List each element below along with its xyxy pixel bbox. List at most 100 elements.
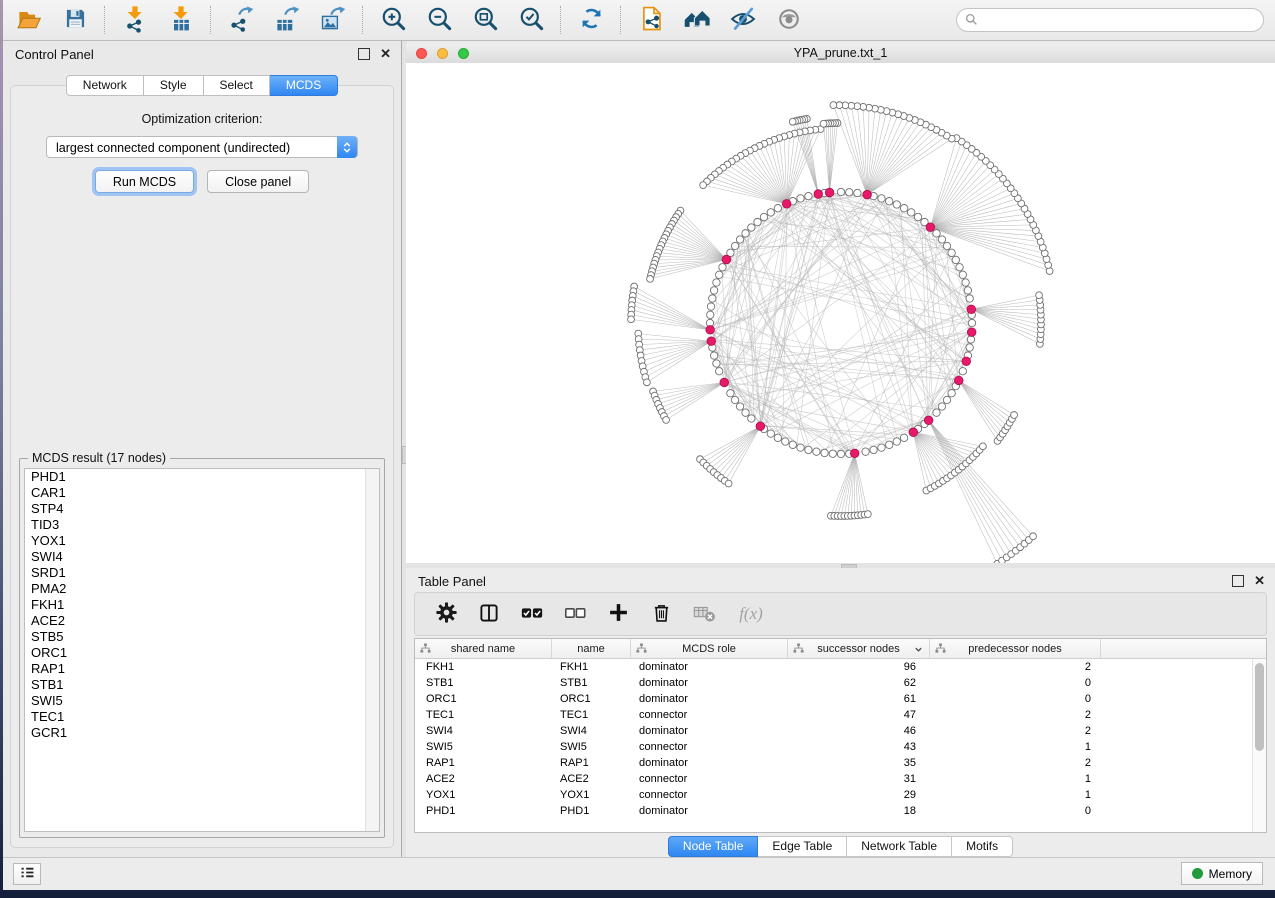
cell-shared-name[interactable]: PHD1 bbox=[415, 803, 552, 819]
cell-name[interactable]: STB1 bbox=[552, 675, 631, 691]
cell-name[interactable]: FKH1 bbox=[552, 659, 631, 675]
cell-name[interactable]: SWI5 bbox=[552, 739, 631, 755]
tab-node-table[interactable]: Node Table bbox=[668, 836, 759, 857]
cell-predecessor-nodes[interactable]: 0 bbox=[930, 691, 1101, 707]
mcds-result-item[interactable]: FKH1 bbox=[25, 597, 379, 613]
mcds-result-item[interactable]: STP4 bbox=[25, 501, 379, 517]
cell-predecessor-nodes[interactable]: 2 bbox=[930, 659, 1101, 675]
cell-shared-name[interactable]: ACE2 bbox=[415, 771, 552, 787]
cell-MCDS-role[interactable]: dominator bbox=[631, 659, 788, 675]
close-table-panel-icon[interactable]: ✕ bbox=[1254, 576, 1265, 586]
cell-predecessor-nodes[interactable]: 2 bbox=[930, 707, 1101, 723]
column-header-successor-nodes[interactable]: successor nodes bbox=[788, 639, 930, 658]
tab-edge-table[interactable]: Edge Table bbox=[758, 836, 847, 857]
cell-successor-nodes[interactable]: 47 bbox=[788, 707, 930, 723]
cell-MCDS-role[interactable]: connector bbox=[631, 787, 788, 803]
window-minimize-icon[interactable] bbox=[437, 48, 448, 59]
mcds-result-item[interactable]: RAP1 bbox=[25, 661, 379, 677]
window-close-icon[interactable] bbox=[416, 48, 427, 59]
zoom-in-button[interactable] bbox=[375, 4, 411, 36]
cell-MCDS-role[interactable]: dominator bbox=[631, 755, 788, 771]
table-row[interactable]: ACE2ACE2connector311 bbox=[415, 771, 1266, 787]
cell-name[interactable]: PHD1 bbox=[552, 803, 631, 819]
cell-predecessor-nodes[interactable]: 1 bbox=[930, 787, 1101, 803]
mcds-result-item[interactable]: STB5 bbox=[25, 629, 379, 645]
run-mcds-button[interactable]: Run MCDS bbox=[95, 170, 194, 193]
zoom-out-button[interactable] bbox=[421, 4, 457, 36]
cell-successor-nodes[interactable]: 62 bbox=[788, 675, 930, 691]
column-header-predecessor-nodes[interactable]: predecessor nodes bbox=[930, 639, 1101, 658]
cell-successor-nodes[interactable]: 31 bbox=[788, 771, 930, 787]
mcds-result-item[interactable]: PHD1 bbox=[25, 469, 379, 485]
export-network-button[interactable] bbox=[223, 4, 259, 36]
task-history-button[interactable] bbox=[13, 863, 41, 885]
cell-successor-nodes[interactable]: 18 bbox=[788, 803, 930, 819]
import-network-button[interactable] bbox=[117, 4, 153, 36]
save-session-button[interactable] bbox=[57, 4, 93, 36]
table-row[interactable]: YOX1YOX1connector291 bbox=[415, 787, 1266, 803]
mcds-result-item[interactable]: SRD1 bbox=[25, 565, 379, 581]
columns-button[interactable] bbox=[476, 601, 502, 627]
cell-successor-nodes[interactable]: 35 bbox=[788, 755, 930, 771]
mcds-result-item[interactable]: SWI4 bbox=[25, 549, 379, 565]
cell-shared-name[interactable]: STB1 bbox=[415, 675, 552, 691]
cell-predecessor-nodes[interactable]: 2 bbox=[930, 723, 1101, 739]
cell-MCDS-role[interactable]: dominator bbox=[631, 675, 788, 691]
table-row[interactable]: ORC1ORC1dominator610 bbox=[415, 691, 1266, 707]
float-table-panel-icon[interactable] bbox=[1232, 575, 1244, 587]
window-maximize-icon[interactable] bbox=[458, 48, 469, 59]
tab-mcds[interactable]: MCDS bbox=[270, 75, 338, 96]
hide-eye-button[interactable] bbox=[725, 4, 761, 36]
table-row[interactable]: STB1STB1dominator620 bbox=[415, 675, 1266, 691]
cell-name[interactable]: TEC1 bbox=[552, 707, 631, 723]
table-row[interactable]: PHD1PHD1dominator180 bbox=[415, 803, 1266, 819]
cell-shared-name[interactable]: RAP1 bbox=[415, 755, 552, 771]
document-network-button[interactable] bbox=[633, 4, 669, 36]
mcds-result-item[interactable]: SWI5 bbox=[25, 693, 379, 709]
zoom-fit-button[interactable] bbox=[467, 4, 503, 36]
memory-button[interactable]: Memory bbox=[1181, 862, 1263, 885]
table-row[interactable]: SWI4SWI4dominator462 bbox=[415, 723, 1266, 739]
column-header-MCDS-role[interactable]: MCDS role bbox=[631, 639, 788, 658]
cell-successor-nodes[interactable]: 96 bbox=[788, 659, 930, 675]
tab-network-table[interactable]: Network Table bbox=[847, 836, 952, 857]
houses-button[interactable] bbox=[679, 4, 715, 36]
cell-successor-nodes[interactable]: 61 bbox=[788, 691, 930, 707]
close-panel-button[interactable]: Close panel bbox=[207, 170, 309, 193]
mcds-result-item[interactable]: ACE2 bbox=[25, 613, 379, 629]
import-table-button[interactable] bbox=[163, 4, 199, 36]
cell-name[interactable]: SWI4 bbox=[552, 723, 631, 739]
table-scrollbar-thumb[interactable] bbox=[1255, 663, 1264, 751]
select-all-button[interactable] bbox=[519, 601, 545, 627]
cell-MCDS-role[interactable]: dominator bbox=[631, 723, 788, 739]
cell-successor-nodes[interactable]: 29 bbox=[788, 787, 930, 803]
cell-predecessor-nodes[interactable]: 1 bbox=[930, 739, 1101, 755]
search-input[interactable] bbox=[956, 8, 1264, 32]
table-scrollbar[interactable] bbox=[1252, 659, 1266, 832]
mcds-result-item[interactable]: ORC1 bbox=[25, 645, 379, 661]
network-canvas[interactable] bbox=[406, 63, 1275, 563]
cell-MCDS-role[interactable]: connector bbox=[631, 739, 788, 755]
open-file-button[interactable] bbox=[11, 4, 47, 36]
table-row[interactable]: TEC1TEC1connector472 bbox=[415, 707, 1266, 723]
cell-MCDS-role[interactable]: dominator bbox=[631, 691, 788, 707]
mcds-result-list[interactable]: PHD1CAR1STP4TID3YOX1SWI4SRD1PMA2FKH1ACE2… bbox=[24, 468, 380, 832]
cell-MCDS-role[interactable]: connector bbox=[631, 771, 788, 787]
optimization-criterion-select[interactable]: largest connected component (undirected) bbox=[46, 136, 358, 158]
cell-successor-nodes[interactable]: 43 bbox=[788, 739, 930, 755]
tab-select[interactable]: Select bbox=[204, 75, 270, 96]
mcds-result-item[interactable]: PMA2 bbox=[25, 581, 379, 597]
table-row[interactable]: FKH1FKH1dominator962 bbox=[415, 659, 1266, 675]
cell-predecessor-nodes[interactable]: 0 bbox=[930, 675, 1101, 691]
export-image-button[interactable] bbox=[315, 4, 351, 36]
mcds-result-item[interactable]: CAR1 bbox=[25, 485, 379, 501]
table-row[interactable]: RAP1RAP1dominator352 bbox=[415, 755, 1266, 771]
cell-shared-name[interactable]: SWI5 bbox=[415, 739, 552, 755]
cell-name[interactable]: RAP1 bbox=[552, 755, 631, 771]
cell-shared-name[interactable]: FKH1 bbox=[415, 659, 552, 675]
cell-name[interactable]: ACE2 bbox=[552, 771, 631, 787]
mcds-result-item[interactable]: TEC1 bbox=[25, 709, 379, 725]
show-eye-button[interactable] bbox=[771, 4, 807, 36]
zoom-selected-button[interactable] bbox=[513, 4, 549, 36]
mcds-result-item[interactable]: STB1 bbox=[25, 677, 379, 693]
